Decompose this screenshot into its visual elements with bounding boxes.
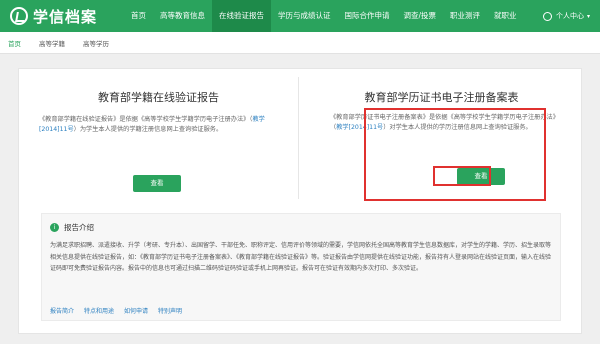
main-panel: 教育部学籍在线验证报告 《教育部学籍在线验证报告》是依据《高等学校学生学籍学历电…	[18, 68, 582, 334]
intro-title: 报告介绍	[64, 223, 94, 232]
sub-nav: 首页 高等学籍 高等学历	[0, 32, 600, 54]
desc-text: ）对学生本人提供的学历注册信息网上查询验证服务。	[383, 124, 532, 131]
info-icon: i	[50, 223, 59, 232]
logo-text: 学信档案	[33, 7, 98, 26]
user-label: 个人中心	[555, 12, 584, 20]
card-title: 教育部学籍在线验证报告	[98, 91, 219, 104]
nav-item-certification[interactable]: 学历与成绩认证	[271, 0, 338, 32]
view-degree-record-button[interactable]: 查看	[457, 168, 505, 185]
card-description: 《教育部学历证书电子注册备案表》是依据《高等学校学生学籍学历电子注册办法》（教学…	[330, 113, 558, 133]
nav-item-jobs[interactable]: 就职业	[487, 0, 524, 32]
report-intro: i 报告介绍 为满足求职招聘、派遣接收、升学（考研、专升本）、出国留学、干部任免…	[41, 213, 561, 321]
card-description: 《教育部学籍在线验证报告》是依据《高等学校学生学籍学历电子注册办法》（教学[20…	[39, 115, 289, 135]
view-enrollment-report-button[interactable]: 查看	[133, 175, 181, 192]
nav-item-international[interactable]: 国际合作申请	[338, 0, 397, 32]
user-icon	[542, 11, 552, 21]
regulation-link[interactable]: 教学[2014]11号	[336, 124, 383, 131]
intro-text: 为满足求职招聘、派遣接收、升学（考研、专升本）、出国留学、干部任免、职称评定、信…	[50, 242, 552, 272]
logo-icon	[10, 7, 28, 25]
enrollment-report-card: 教育部学籍在线验证报告 《教育部学籍在线验证报告》是依据《高等学校学生学籍学历电…	[19, 77, 299, 199]
nav-item-career-test[interactable]: 职业测评	[443, 0, 487, 32]
main-nav: 首页 高等教育信息 在线验证报告 学历与成绩认证 国际合作申请 调查/投票 职业…	[124, 0, 524, 32]
nav-item-higher-edu[interactable]: 高等教育信息	[153, 0, 212, 32]
nav-item-survey[interactable]: 调查/投票	[397, 0, 444, 32]
link-disclaimer[interactable]: 特别声明	[158, 306, 182, 315]
nav-item-home[interactable]: 首页	[124, 0, 153, 32]
chevron-down-icon: ▾	[586, 12, 590, 20]
subnav-item-degree[interactable]: 高等学历	[83, 38, 109, 48]
top-header: 学信档案 首页 高等教育信息 在线验证报告 学历与成绩认证 国际合作申请 调查/…	[0, 0, 600, 32]
logo[interactable]: 学信档案	[10, 6, 97, 26]
intro-links: 报告简介 特点和用途 如何申请 特别声明	[50, 306, 192, 315]
nav-item-online-verify[interactable]: 在线验证报告	[212, 0, 271, 32]
intro-header: i 报告介绍	[50, 222, 94, 233]
link-features[interactable]: 特点和用途	[84, 306, 114, 315]
subnav-item-enrollment[interactable]: 高等学籍	[39, 38, 65, 48]
subnav-item-home[interactable]: 首页	[8, 38, 21, 48]
desc-text: 《教育部学籍在线验证报告》是依据《高等学校学生学籍学历电子注册办法》（	[39, 116, 253, 123]
user-menu[interactable]: 个人中心 ▾	[542, 0, 590, 32]
card-title: 教育部学历证书电子注册备案表	[364, 91, 519, 104]
link-report-intro[interactable]: 报告简介	[50, 306, 74, 315]
degree-record-card: 教育部学历证书电子注册备案表 《教育部学历证书电子注册备案表》是依据《高等学校学…	[300, 69, 583, 199]
desc-text: ）为学生本人提供的学籍注册信息网上查询验证服务。	[73, 126, 223, 133]
link-how-to-apply[interactable]: 如何申请	[124, 306, 148, 315]
